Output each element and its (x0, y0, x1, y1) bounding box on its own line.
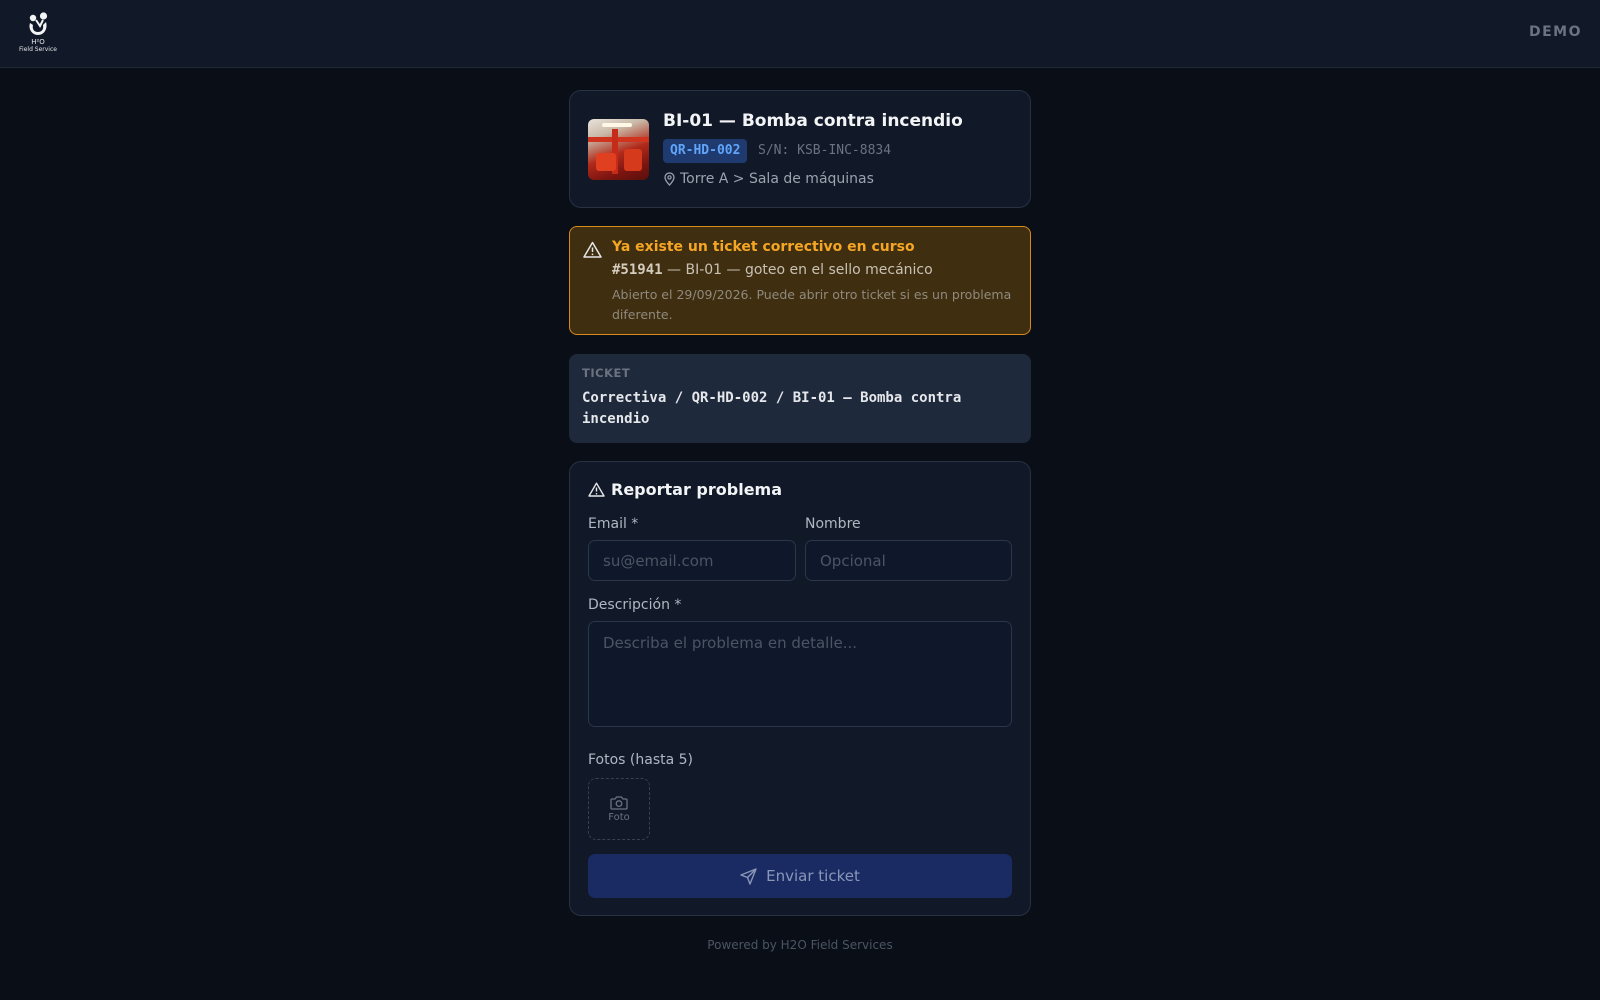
ticket-label: TICKET (582, 366, 631, 380)
top-bar: H²O Field Service DEMO (0, 0, 1600, 68)
existing-ticket-link[interactable]: #51941 — BI-01 — goteo en el sello mecán… (612, 262, 933, 278)
add-photo-button[interactable]: Foto (588, 778, 650, 840)
asset-title: BI-01 — Bomba contra incendio (663, 111, 963, 131)
logo-subtext: Field Service (19, 46, 57, 53)
email-label: Email * (588, 516, 639, 532)
add-photo-label: Foto (608, 812, 630, 823)
submit-ticket-button[interactable]: Enviar ticket (588, 854, 1012, 898)
camera-icon (610, 796, 628, 810)
alert-triangle-icon (583, 241, 602, 258)
asset-photo (588, 119, 649, 180)
warning-title: Ya existe un ticket correctivo en curso (612, 239, 915, 255)
name-label: Nombre (805, 516, 861, 532)
form-title: Reportar problema (611, 480, 783, 499)
submit-ticket-label: Enviar ticket (766, 867, 860, 885)
serial-number: S/N: KSB-INC-8834 (758, 143, 892, 158)
send-icon (740, 867, 757, 885)
footer-credit: Powered by H2O Field Services (707, 938, 893, 952)
report-problem-form: Reportar problema Email * Nombre Descrip… (569, 461, 1031, 916)
name-input[interactable] (805, 540, 1012, 581)
ticket-summary-box: TICKET Correctiva / QR-HD-002 / BI-01 — … (569, 354, 1031, 443)
description-label: Descripción * (588, 597, 682, 613)
demo-badge: DEMO (1528, 24, 1582, 40)
existing-ticket-number: #51941 (612, 262, 663, 278)
h2o-logo[interactable]: H²O Field Service (19, 11, 57, 57)
existing-ticket-warning: Ya existe un ticket correctivo en curso … (569, 226, 1031, 335)
warning-note: Abierto el 29/09/2026. Puede abrir otro … (612, 287, 1012, 322)
form-header: Reportar problema (588, 480, 782, 499)
map-pin-icon (664, 172, 675, 186)
asset-location: Torre A > Sala de máquinas (663, 171, 874, 187)
qr-code-badge: QR-HD-002 (663, 139, 748, 163)
h2o-logo-icon (29, 12, 48, 35)
asset-location-text: Torre A > Sala de máquinas (680, 171, 874, 187)
photos-label: Fotos (hasta 5) (588, 752, 694, 768)
existing-ticket-summary: — BI-01 — goteo en el sello mecánico (662, 262, 933, 278)
logo-text: H²O (31, 38, 45, 46)
asset-card: BI-01 — Bomba contra incendio QR-HD-002 … (569, 90, 1031, 208)
alert-triangle-icon (588, 482, 605, 497)
description-textarea[interactable] (588, 621, 1012, 727)
email-input[interactable] (588, 540, 796, 581)
ticket-path: Correctiva / QR-HD-002 / BI-01 — Bomba c… (582, 390, 962, 427)
